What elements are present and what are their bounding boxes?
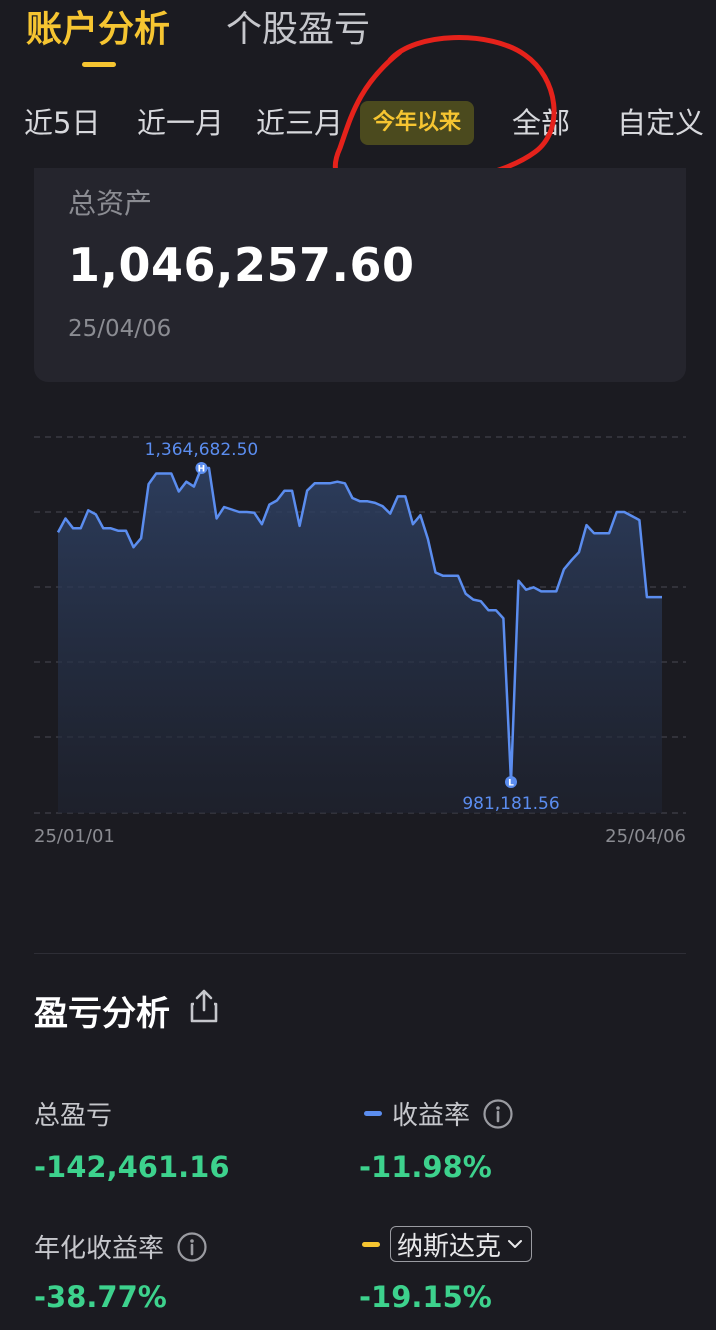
info-icon[interactable] [176,1231,208,1263]
annualized-return-value: -38.77% [34,1280,167,1314]
asset-line-chart[interactable]: H 1,364,682.50 L 981,181.56 [0,420,716,860]
pnl-section-title: 盈亏分析 [34,994,170,1034]
chevron-down-icon [508,1240,523,1248]
benchmark-label: 纳斯达克 [362,1226,533,1262]
section-divider [34,953,686,954]
active-tab-indicator [82,62,116,67]
high-marker-letter: H [198,465,206,475]
annualized-return-label: 年化收益率 [34,1228,208,1265]
benchmark-select[interactable]: 纳斯达克 [390,1226,533,1262]
benchmark-select-text: 纳斯达克 [397,1231,502,1262]
share-icon[interactable] [188,988,220,1024]
period-3-months[interactable]: 近三月 [256,100,343,146]
period-ytd[interactable]: 今年以来 [360,101,475,145]
benchmark-value: -19.15% [359,1280,492,1314]
period-5-days[interactable]: 近5日 [24,100,100,146]
period-all[interactable]: 全部 [512,100,570,146]
x-axis-end-label: 25/04/06 [605,826,686,847]
low-marker-letter: L [508,779,514,789]
period-custom[interactable]: 自定义 [617,100,704,146]
annualized-return-label-text: 年化收益率 [34,1234,165,1264]
x-axis-start-label: 25/01/01 [34,826,115,847]
total-assets-label: 总资产 [68,187,153,220]
chart-area-fill [58,468,662,813]
return-legend-dash [364,1111,382,1116]
period-1-month[interactable]: 近一月 [137,100,224,146]
total-pnl-label: 总盈亏 [34,1095,112,1132]
total-pnl-label-text: 总盈亏 [34,1101,113,1131]
low-value-label: 981,181.56 [462,794,559,814]
benchmark-legend-dash [362,1241,380,1247]
return-rate-value: -11.98% [359,1150,492,1184]
tab-account-analysis[interactable]: 账户分析 [26,8,170,52]
total-assets-card: 总资产 1,046,257.60 25/04/06 [34,168,686,382]
return-rate-label-text: 收益率 [392,1101,471,1131]
total-assets-date: 25/04/06 [68,316,172,342]
info-icon[interactable] [482,1098,514,1130]
total-pnl-value: -142,461.16 [34,1150,230,1184]
return-rate-label: 收益率 [364,1095,514,1132]
tab-stock-pnl[interactable]: 个股盈亏 [226,8,370,52]
high-value-label: 1,364,682.50 [145,440,259,460]
total-assets-value: 1,046,257.60 [68,238,415,292]
